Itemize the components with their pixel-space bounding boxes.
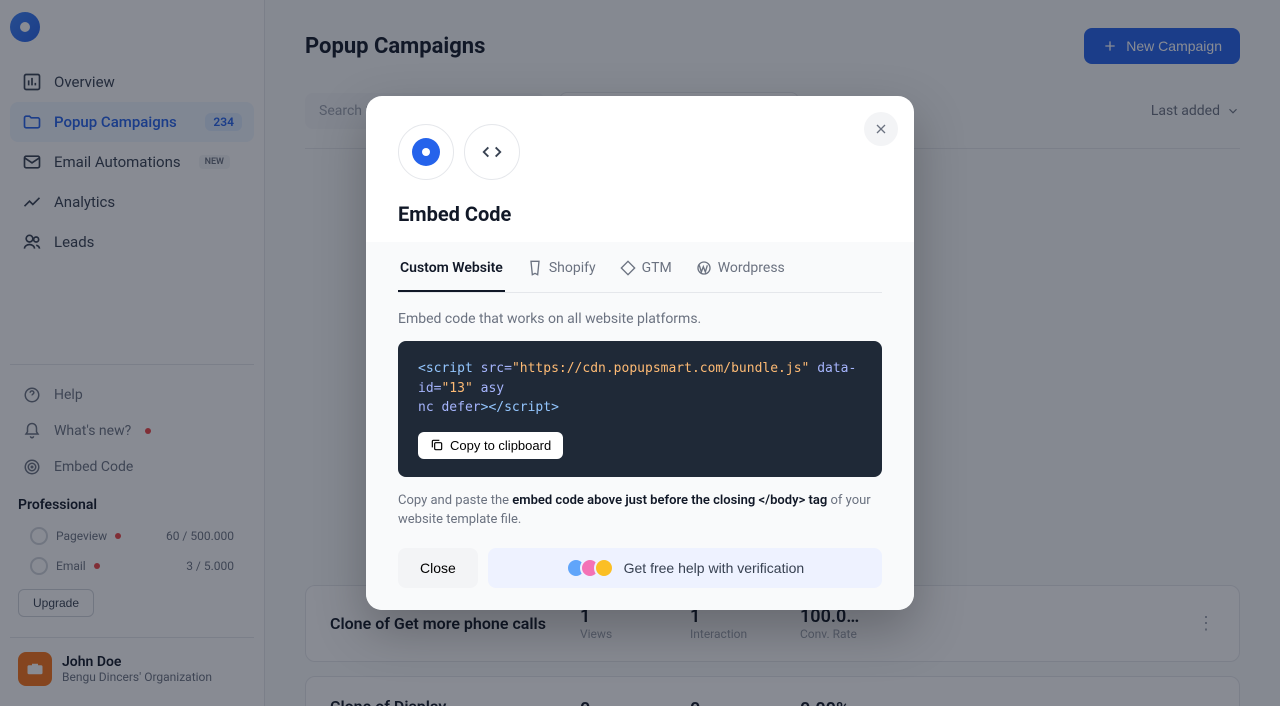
- code-block: <script src="https://cdn.popupsmart.com/…: [398, 341, 882, 477]
- instruction-text: Copy and paste the embed code above just…: [398, 477, 882, 548]
- close-button[interactable]: Close: [398, 548, 478, 588]
- tab-shopify[interactable]: Shopify: [525, 246, 598, 292]
- code-text: <script src="https://cdn.popupsmart.com/…: [418, 359, 862, 418]
- tab-label: GTM: [642, 260, 672, 276]
- button-label: Get free help with verification: [624, 560, 805, 576]
- embed-code-modal: Embed Code Custom Website Shopify GTM Wo…: [366, 96, 914, 610]
- brand-icon: [398, 124, 454, 180]
- modal-overlay[interactable]: Embed Code Custom Website Shopify GTM Wo…: [0, 0, 1280, 706]
- tab-description: Embed code that works on all website pla…: [398, 293, 882, 341]
- tabs: Custom Website Shopify GTM Wordpress: [398, 242, 882, 293]
- shopify-icon: [527, 260, 543, 276]
- tab-wordpress[interactable]: Wordpress: [694, 246, 787, 292]
- gtm-icon: [620, 260, 636, 276]
- tab-custom-website[interactable]: Custom Website: [398, 246, 505, 292]
- tab-gtm[interactable]: GTM: [618, 246, 674, 292]
- copy-button[interactable]: Copy to clipboard: [418, 432, 563, 459]
- close-icon[interactable]: [864, 112, 898, 146]
- tab-label: Custom Website: [400, 260, 503, 276]
- copy-icon: [430, 438, 444, 452]
- modal-title: Embed Code: [398, 202, 882, 226]
- tab-label: Wordpress: [718, 260, 785, 276]
- button-label: Copy to clipboard: [450, 438, 551, 453]
- avatar-stack: [566, 558, 614, 578]
- get-help-button[interactable]: Get free help with verification: [488, 548, 882, 588]
- tab-label: Shopify: [549, 260, 596, 276]
- code-icon: [464, 124, 520, 180]
- wordpress-icon: [696, 260, 712, 276]
